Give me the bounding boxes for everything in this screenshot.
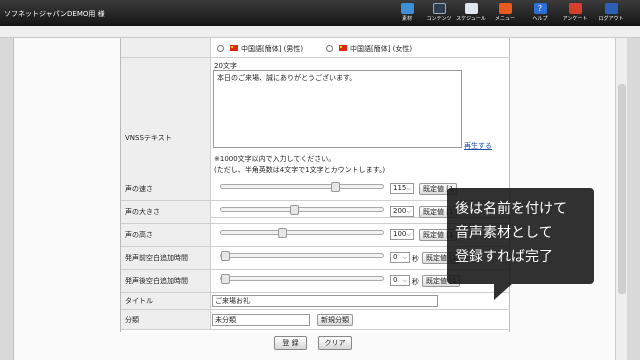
title-row: タイトル ご来場お礼 xyxy=(121,293,510,310)
caption-bubble-tail xyxy=(494,284,512,300)
volume-slider[interactable] xyxy=(220,205,384,215)
slider-knob[interactable] xyxy=(331,182,341,192)
material-icon xyxy=(400,3,414,14)
slider-label: 声の大きさ xyxy=(121,201,211,223)
slider-knob[interactable] xyxy=(221,251,230,261)
title-input[interactable]: ご来場お礼 xyxy=(212,295,438,307)
help-icon: ? xyxy=(533,3,547,14)
logout-icon xyxy=(604,3,618,14)
new-category-button[interactable]: 新規分類 xyxy=(317,314,353,326)
speed-select[interactable]: 115 ⌵ xyxy=(390,183,414,194)
toolbar-button-survey[interactable]: アンケート xyxy=(560,2,590,24)
slider-label: 発声前空白追加時間 xyxy=(121,247,211,269)
slider-label: 声の高さ xyxy=(121,224,211,246)
scrollbar-thumb[interactable] xyxy=(618,84,626,294)
caption-line: 登録すれば完了 xyxy=(455,249,553,265)
toolbar-button-logout[interactable]: ログアウト xyxy=(596,2,626,24)
toolbar-button-help[interactable]: ? ヘルプ xyxy=(525,2,555,24)
menu-icon xyxy=(498,3,512,14)
title-label: タイトル xyxy=(121,293,211,309)
slider-knob[interactable] xyxy=(277,228,287,238)
voice-radio-female[interactable] xyxy=(326,45,333,52)
slider-knob[interactable] xyxy=(221,274,230,284)
slider-knob[interactable] xyxy=(289,205,299,215)
post-silence-select[interactable]: 0 ⌵ xyxy=(390,275,410,286)
voice-option-row: 中国語[簡体] (男性) 中国語[簡体] (女性) xyxy=(121,38,510,58)
top-bar: ソフネットジャパンDEMO用 様 素材 コンテンツ スケジュール メニュー ? … xyxy=(0,0,640,26)
calendar-icon xyxy=(464,3,478,14)
toolbar-button-material[interactable]: 素材 xyxy=(392,2,422,24)
seconds-unit: 秒 xyxy=(412,278,419,286)
pitch-select[interactable]: 100 ⌵ xyxy=(390,229,414,240)
slider-label: 発声後空白追加時間 xyxy=(121,270,211,292)
toolbar-button-schedule[interactable]: スケジュール xyxy=(456,2,486,24)
category-row: 分類 未分類 新規分類 xyxy=(121,310,510,330)
category-select[interactable]: 未分類 xyxy=(212,314,310,326)
play-link[interactable]: 再生する xyxy=(464,141,492,151)
voice-form: 中国語[簡体] (男性) 中国語[簡体] (女性) VNSSテキスト 20文字 … xyxy=(120,38,510,332)
vnss-note-2: (ただし、半角英数は4文字で1文字とカウントします。) xyxy=(214,166,386,174)
toolbar-button-menu[interactable]: メニュー xyxy=(490,2,520,24)
caption-line: 後は名前を付けて xyxy=(455,201,567,217)
pitch-slider[interactable] xyxy=(220,228,384,238)
post-silence-slider[interactable] xyxy=(220,274,384,284)
monitor-icon xyxy=(432,3,446,14)
toolbar-separator xyxy=(0,26,640,38)
app-title: ソフネットジャパンDEMO用 様 xyxy=(4,10,105,18)
seconds-unit: 秒 xyxy=(412,255,419,263)
voice-option-female-label: 中国語[簡体] (女性) xyxy=(350,45,413,53)
vnss-textarea[interactable]: 本日のご来場、誠にありがとうございます。 xyxy=(213,70,462,148)
caption-line: 音声素材として xyxy=(455,225,553,241)
category-label: 分類 xyxy=(121,310,211,329)
pre-silence-select[interactable]: 0 ⌵ xyxy=(390,252,410,263)
register-button[interactable]: 登 録 xyxy=(274,336,307,350)
toolbar-button-content[interactable]: コンテンツ xyxy=(424,2,454,24)
speed-slider[interactable] xyxy=(220,182,384,192)
pre-silence-slider[interactable] xyxy=(220,251,384,261)
voice-radio-male[interactable] xyxy=(217,45,224,52)
slider-label: 声の速さ xyxy=(121,178,211,200)
voice-option-male-label: 中国語[簡体] (男性) xyxy=(241,45,304,53)
scrollbar[interactable] xyxy=(615,38,627,360)
china-flag-icon xyxy=(339,45,347,51)
voice-row-label xyxy=(121,38,211,57)
caption-bubble: 後は名前を付けて 音声素材として 登録すれば完了 xyxy=(447,188,594,284)
volume-select[interactable]: 200 ⌵ xyxy=(390,206,414,217)
clear-button[interactable]: クリア xyxy=(318,336,352,350)
china-flag-icon xyxy=(230,45,238,51)
vnss-note-1: ※1000文字以内で入力してください。 xyxy=(214,155,336,163)
survey-icon xyxy=(568,3,582,14)
